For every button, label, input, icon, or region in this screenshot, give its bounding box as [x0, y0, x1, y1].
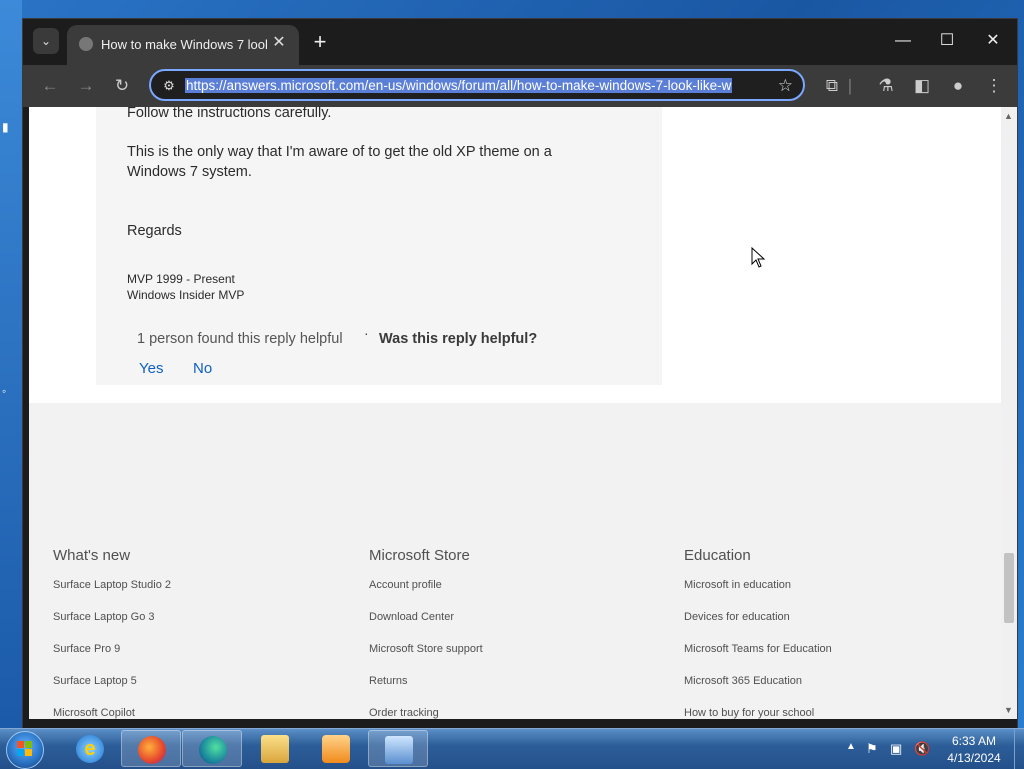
- signature-line: MVP 1999 - Present: [127, 272, 235, 286]
- taskbar-firefox[interactable]: [121, 730, 181, 767]
- footer-link[interactable]: Microsoft 365 Education: [684, 675, 832, 707]
- forward-button[interactable]: →: [73, 73, 99, 99]
- clock-date[interactable]: 4/13/2024: [942, 751, 1006, 765]
- tab-active[interactable]: How to make Windows 7 look ✕: [67, 25, 299, 65]
- start-button[interactable]: [6, 731, 44, 769]
- scrollbar-thumb[interactable]: [1004, 553, 1014, 623]
- reply-text-line: Follow the instructions carefully.: [127, 107, 332, 121]
- folder-icon: [261, 735, 289, 763]
- browser-toolbar: ← → ↻ ⚙ https://answers.microsoft.com/en…: [23, 65, 1017, 107]
- reply-section: Follow the instructions carefully. This …: [29, 107, 1001, 403]
- toolbar-separator: |: [847, 76, 853, 95]
- footer-link[interactable]: Surface Laptop 5: [53, 675, 171, 707]
- url-field[interactable]: https://answers.microsoft.com/en-us/wind…: [185, 76, 763, 96]
- footer-link[interactable]: Surface Pro 9: [53, 643, 171, 675]
- media-player-icon: [322, 735, 350, 763]
- menu-kebab-icon[interactable]: ⋮: [981, 73, 1007, 99]
- edge-icon: [199, 736, 227, 764]
- footer-link[interactable]: Microsoft in education: [684, 579, 832, 611]
- footer-link[interactable]: Surface Laptop Studio 2: [53, 579, 171, 611]
- reply-text-line: This is the only way that I'm aware of t…: [127, 144, 552, 160]
- helpful-yes-button[interactable]: Yes: [139, 360, 163, 377]
- separator-dot: ·: [364, 325, 369, 341]
- volume-muted-icon[interactable]: 🔇: [914, 741, 930, 757]
- favicon-icon: [79, 37, 93, 51]
- url-text: https://answers.microsoft.com/en-us/wind…: [185, 78, 733, 93]
- chrome-window: ⌄ How to make Windows 7 look ✕ + — ☐ ✕ ←…: [22, 18, 1018, 730]
- bookmark-star-icon[interactable]: ☆: [778, 75, 793, 97]
- close-tab-icon[interactable]: ✕: [269, 33, 289, 53]
- action-center-flag-icon[interactable]: ⚑: [866, 741, 878, 757]
- scroll-down-arrow-icon[interactable]: ▼: [1004, 705, 1013, 715]
- desktop-icon-fragment: ◦: [2, 384, 7, 398]
- firefox-icon: [138, 736, 166, 764]
- footer-heading: Education: [684, 547, 751, 564]
- reply-regards: Regards: [127, 223, 182, 239]
- footer-link[interactable]: Account profile: [369, 579, 483, 611]
- reload-button[interactable]: ↻: [109, 73, 135, 99]
- footer-link[interactable]: Surface Laptop Go 3: [53, 611, 171, 643]
- scroll-up-arrow-icon[interactable]: ▲: [1004, 111, 1013, 121]
- windows-logo-icon: [17, 741, 32, 756]
- taskbar-edge[interactable]: [182, 730, 242, 767]
- control-panel-icon: [385, 736, 413, 764]
- signature-line: Windows Insider MVP: [127, 288, 245, 302]
- helpful-question: Was this reply helpful?: [379, 331, 538, 347]
- page-viewport: Follow the instructions carefully. This …: [29, 107, 1001, 719]
- footer-link[interactable]: Microsoft Copilot: [53, 707, 171, 719]
- site-info-icon[interactable]: ⚙: [159, 76, 179, 96]
- helpful-count: 1 person found this reply helpful: [137, 331, 343, 347]
- show-desktop-button[interactable]: [1014, 729, 1024, 769]
- windows-taskbar: e ▲ ⚑ ▣ 🔇 6:33 AM 4/13/2024: [0, 728, 1024, 769]
- footer-column-whats-new: What's new Surface Laptop Studio 2 Surfa…: [53, 547, 171, 719]
- footer-column-microsoft-store: Microsoft Store Account profile Download…: [369, 547, 483, 719]
- footer-heading: What's new: [53, 547, 131, 564]
- page-scrollbar[interactable]: ▲ ▼: [1001, 107, 1017, 719]
- clock-time[interactable]: 6:33 AM: [944, 734, 1004, 748]
- tab-strip: ⌄ How to make Windows 7 look ✕ + — ☐ ✕: [23, 19, 1017, 65]
- tab-search-button[interactable]: ⌄: [33, 28, 59, 54]
- footer-link[interactable]: Microsoft Store support: [369, 643, 483, 675]
- reply-text-line: Windows 7 system.: [127, 164, 252, 180]
- labs-flask-icon[interactable]: ⚗: [873, 73, 899, 99]
- minimize-button[interactable]: —: [887, 29, 919, 53]
- back-button[interactable]: ←: [37, 73, 63, 99]
- profile-avatar-icon[interactable]: ●: [945, 73, 971, 99]
- taskbar-internet-explorer[interactable]: e: [60, 730, 120, 767]
- footer-column-education: Education Microsoft in education Devices…: [684, 547, 832, 719]
- show-hidden-icons-arrow-icon[interactable]: ▲: [846, 741, 856, 752]
- side-panel-icon[interactable]: ◧: [909, 73, 935, 99]
- network-icon[interactable]: ▣: [890, 741, 902, 757]
- tab-title: How to make Windows 7 look: [101, 37, 267, 52]
- footer-link[interactable]: Returns: [369, 675, 483, 707]
- footer-link[interactable]: Devices for education: [684, 611, 832, 643]
- footer-link[interactable]: Order tracking: [369, 707, 483, 719]
- footer-link[interactable]: How to buy for your school: [684, 707, 832, 719]
- close-window-button[interactable]: ✕: [977, 29, 1009, 53]
- extensions-icon[interactable]: ⧉: [819, 73, 845, 99]
- taskbar-media-player[interactable]: [306, 730, 366, 767]
- maximize-button[interactable]: ☐: [931, 29, 963, 53]
- internet-explorer-icon: e: [76, 735, 104, 763]
- footer-link[interactable]: Download Center: [369, 611, 483, 643]
- desktop-wallpaper-strip: ▮ ◦: [0, 0, 22, 728]
- new-tab-button[interactable]: +: [307, 30, 333, 56]
- desktop-icon-fragment: ▮: [2, 120, 9, 134]
- footer-heading: Microsoft Store: [369, 547, 470, 564]
- helpful-no-button[interactable]: No: [193, 360, 212, 377]
- taskbar-control-panel[interactable]: [368, 730, 428, 767]
- address-bar[interactable]: ⚙ https://answers.microsoft.com/en-us/wi…: [149, 69, 805, 101]
- taskbar-file-explorer[interactable]: [245, 730, 305, 767]
- footer-link[interactable]: Microsoft Teams for Education: [684, 643, 832, 675]
- reply-card: Follow the instructions carefully. This …: [96, 107, 662, 385]
